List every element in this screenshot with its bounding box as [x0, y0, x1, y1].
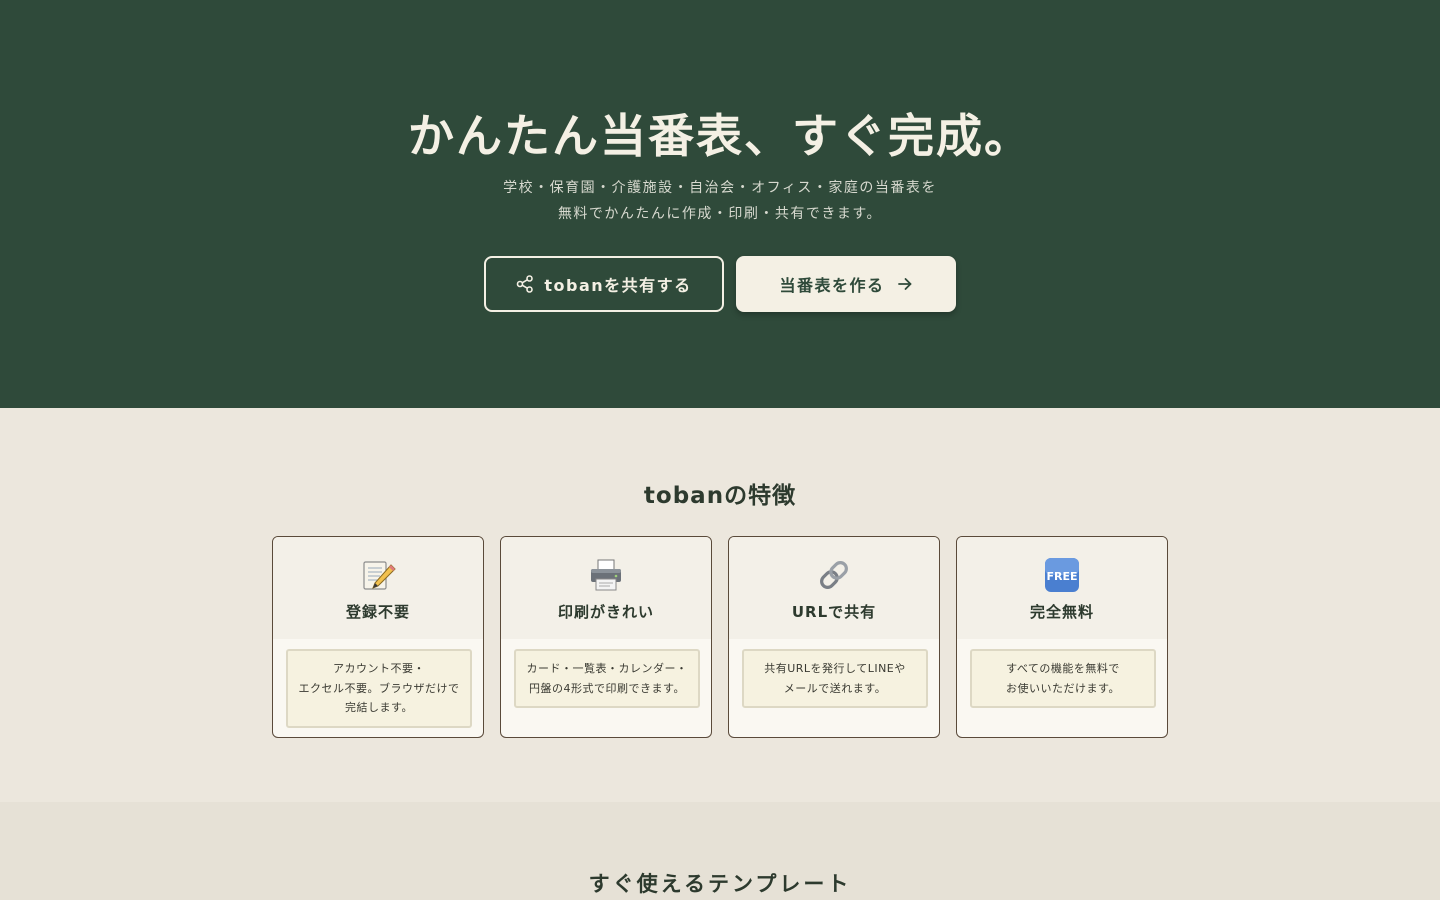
- hero-subtitle-line2: 無料でかんたんに作成・印刷・共有できます。: [557, 206, 883, 222]
- share-icon: [516, 275, 534, 293]
- feature-description: 共有URLを発行してLINEや メールで送れます。: [742, 649, 928, 708]
- templates-title: すぐ使えるテンプレート: [588, 872, 852, 896]
- features-section: tobanの特徴 登録不要 アカウント不要・ エクセル不要。ブラウザだけで 完結…: [0, 408, 1440, 802]
- link-icon: [729, 557, 939, 593]
- memo-icon: [273, 557, 483, 593]
- feature-card-share-url: URLで共有 共有URLを発行してLINEや メールで送れます。: [728, 536, 940, 738]
- features-title: tobanの特徴: [643, 483, 797, 509]
- svg-text:FREE: FREE: [1046, 570, 1077, 583]
- feature-title: 印刷がきれい: [557, 603, 654, 621]
- feature-card-print: 印刷がきれい カード・一覧表・カレンダー・ 円盤の4形式で印刷できます。: [500, 536, 712, 738]
- free-icon: FREE: [957, 557, 1167, 593]
- printer-icon: [501, 557, 711, 593]
- feature-title: 完全無料: [1029, 603, 1094, 621]
- templates-section: すぐ使えるテンプレート: [0, 802, 1440, 900]
- feature-description: カード・一覧表・カレンダー・ 円盤の4形式で印刷できます。: [514, 649, 700, 708]
- hero-subtitle-line1: 学校・保育園・介護施設・自治会・オフィス・家庭の当番表を: [503, 180, 937, 196]
- create-roster-button[interactable]: 当番表を作る: [736, 256, 956, 312]
- feature-description: すべての機能を無料で お使いいただけます。: [970, 649, 1156, 708]
- hero-title: かんたん当番表、すぐ完成。: [408, 109, 1032, 163]
- feature-card-no-signup: 登録不要 アカウント不要・ エクセル不要。ブラウザだけで 完結します。: [272, 536, 484, 738]
- feature-title: 登録不要: [345, 603, 410, 621]
- feature-card-free: FREE 完全無料 すべての機能を無料で お使いいただけます。: [956, 536, 1168, 738]
- arrow-right-icon: [897, 276, 913, 292]
- share-button[interactable]: tobanを共有する: [484, 256, 724, 312]
- share-button-label: tobanを共有する: [544, 276, 692, 295]
- create-roster-button-label: 当番表を作る: [779, 276, 885, 295]
- hero-section: かんたん当番表、すぐ完成。 学校・保育園・介護施設・自治会・オフィス・家庭の当番…: [0, 0, 1440, 408]
- feature-title: URLで共有: [791, 603, 877, 621]
- feature-description: アカウント不要・ エクセル不要。ブラウザだけで 完結します。: [286, 649, 472, 728]
